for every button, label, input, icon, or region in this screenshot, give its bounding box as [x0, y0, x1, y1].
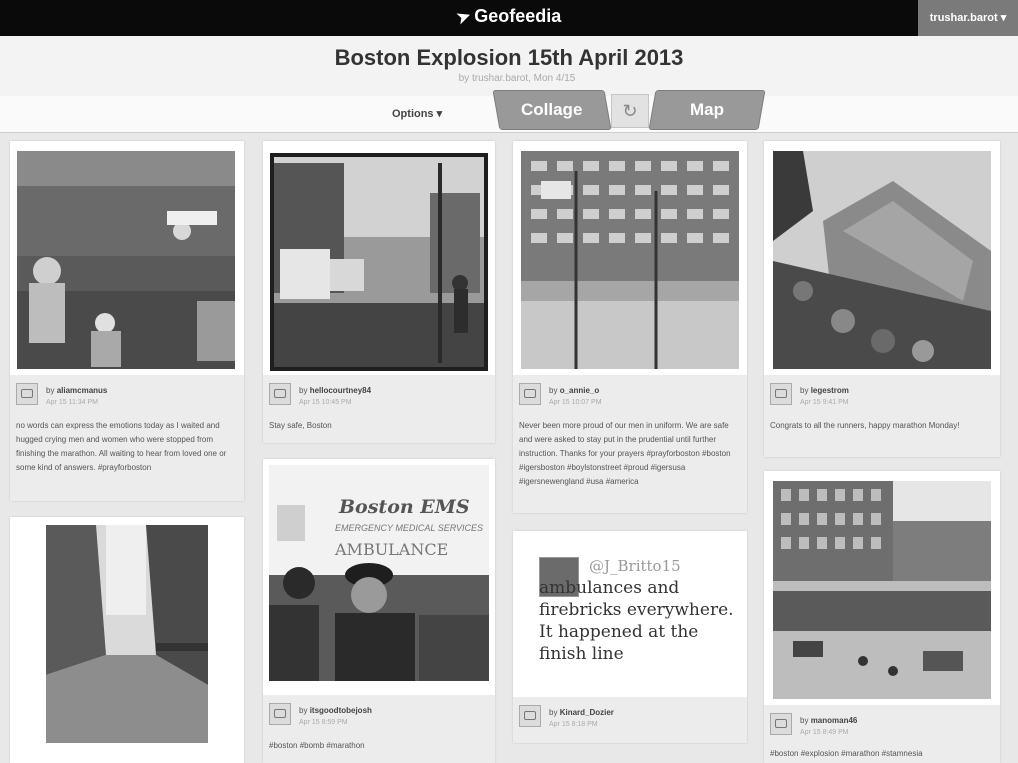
- ems-title: Boston EMS: [338, 496, 470, 518]
- twitter-icon: [519, 705, 541, 727]
- brand-logo[interactable]: ➤Geofeedia: [0, 6, 1018, 28]
- instagram-icon: [519, 383, 541, 405]
- by-label: by: [800, 716, 809, 725]
- post-date: Apr 15 8:18 PM: [549, 721, 598, 728]
- post-author-name: aliamcmanus: [56, 386, 108, 395]
- post-date: Apr 15 11:34 PM: [46, 399, 99, 406]
- instagram-icon: [269, 383, 291, 405]
- refresh-button[interactable]: ↻: [611, 94, 649, 128]
- options-dropdown[interactable]: Options ▾: [392, 107, 442, 120]
- location-arrow-icon: ➤: [454, 7, 473, 28]
- tweet-body: @J_Britto15 ambulances and firebricks ev…: [539, 555, 747, 665]
- post-meta: by o_annie_o Apr 15 10:07 PM Never been …: [513, 375, 747, 513]
- post-author-name: legestrom: [810, 386, 849, 395]
- post-caption: Never been more proud of our men in unif…: [519, 421, 731, 486]
- post-author-name: Kinard_Dozier: [559, 708, 614, 717]
- user-name: trushar.barot: [929, 12, 998, 24]
- post-author[interactable]: by manoman46: [800, 716, 857, 725]
- user-menu[interactable]: trushar.barot ▾: [918, 0, 1018, 36]
- tweet-text: ambulances and firebricks everywhere. It…: [539, 578, 734, 664]
- refresh-icon: ↻: [622, 101, 638, 121]
- by-label: by: [46, 386, 55, 395]
- instagram-icon: [16, 383, 38, 405]
- post-author[interactable]: by itsgoodtobejosh: [299, 706, 372, 715]
- post-caption: Congrats to all the runners, happy marat…: [770, 421, 960, 430]
- tweet-card[interactable]: @J_Britto15 ambulances and firebricks ev…: [513, 531, 747, 743]
- post-card[interactable]: by manoman46 Apr 15 8:49 PM #boston #exp…: [764, 471, 1000, 763]
- post-author[interactable]: by legestrom: [800, 386, 849, 395]
- ambulance-label: AMBULANCE: [334, 540, 448, 559]
- tab-map-label: Map: [690, 100, 724, 119]
- post-card[interactable]: Boston EMS EMERGENCY MEDICAL SERVICES AM…: [263, 459, 495, 763]
- post-meta: by hellocourtney84 Apr 15 10:45 PM Stay …: [263, 375, 495, 443]
- by-label: by: [800, 386, 809, 395]
- post-photo[interactable]: [46, 525, 208, 743]
- post-author[interactable]: by o_annie_o: [549, 386, 599, 395]
- post-date: Apr 15 8:59 PM: [299, 719, 348, 726]
- post-date: Apr 15 10:45 PM: [299, 399, 352, 406]
- post-author[interactable]: by aliamcmanus: [46, 386, 107, 395]
- post-caption: #boston #explosion #marathon #stamnesia: [770, 749, 923, 758]
- post-card[interactable]: by hellocourtney84 Apr 15 10:45 PM Stay …: [263, 141, 495, 443]
- post-caption: #boston #bomb #marathon: [269, 741, 365, 750]
- top-bar: ➤Geofeedia trushar.barot ▾: [0, 0, 1018, 36]
- post-meta: by Kinard_Dozier Apr 15 8:18 PM: [513, 697, 747, 743]
- view-toolbar: Options ▾ Collage ↻ Map: [0, 90, 1018, 133]
- post-photo[interactable]: Boston EMS EMERGENCY MEDICAL SERVICES AM…: [269, 465, 489, 681]
- post-photo[interactable]: [773, 151, 991, 369]
- instagram-icon: [770, 383, 792, 405]
- post-meta: by legestrom Apr 15 9:41 PM Congrats to …: [764, 375, 1000, 457]
- post-photo[interactable]: [521, 151, 739, 369]
- tab-collage-label: Collage: [521, 100, 583, 119]
- post-date: Apr 15 10:07 PM: [549, 399, 602, 406]
- post-card[interactable]: by legestrom Apr 15 9:41 PM Congrats to …: [764, 141, 1000, 457]
- post-caption: no words can express the emotions today …: [16, 421, 227, 472]
- instagram-icon: [770, 713, 792, 735]
- by-label: by: [549, 708, 558, 717]
- tab-collage[interactable]: Collage: [492, 90, 612, 130]
- post-author-name: manoman46: [810, 716, 858, 725]
- tab-map[interactable]: Map: [648, 90, 766, 130]
- instagram-icon: [269, 703, 291, 725]
- post-author-name: itsgoodtobejosh: [309, 706, 372, 715]
- post-card[interactable]: [10, 517, 244, 763]
- post-author-name: o_annie_o: [559, 386, 600, 395]
- ems-subtitle: EMERGENCY MEDICAL SERVICES: [335, 523, 483, 533]
- tweet-handle[interactable]: @J_Britto15: [589, 557, 681, 575]
- by-label: by: [549, 386, 558, 395]
- post-meta: by manoman46 Apr 15 8:49 PM #boston #exp…: [764, 705, 1000, 763]
- post-meta: by aliamcmanus Apr 15 11:34 PM no words …: [10, 375, 244, 501]
- post-meta: by itsgoodtobejosh Apr 15 8:59 PM #bosto…: [263, 695, 495, 763]
- post-author-name: hellocourtney84: [309, 386, 372, 395]
- brand-name: Geofeedia: [474, 6, 562, 26]
- post-date: Apr 15 9:41 PM: [800, 399, 849, 406]
- page-subtitle: by trushar.barot, Mon 4/15: [458, 73, 576, 84]
- post-card[interactable]: by aliamcmanus Apr 15 11:34 PM no words …: [10, 141, 244, 501]
- collage-grid: by aliamcmanus Apr 15 11:34 PM no words …: [0, 133, 1018, 763]
- page-header: Boston Explosion 15th April 2013 by trus…: [0, 36, 1018, 97]
- post-date: Apr 15 8:49 PM: [800, 729, 849, 736]
- post-author[interactable]: by Kinard_Dozier: [549, 708, 614, 717]
- by-label: by: [299, 706, 308, 715]
- page-title: Boston Explosion 15th April 2013: [334, 45, 684, 70]
- post-author[interactable]: by hellocourtney84: [299, 386, 371, 395]
- post-photo[interactable]: [773, 481, 991, 699]
- post-photo[interactable]: [17, 151, 235, 369]
- chevron-down-icon: ▾: [1000, 12, 1007, 24]
- post-photo[interactable]: [270, 153, 488, 371]
- post-caption: Stay safe, Boston: [269, 421, 332, 430]
- by-label: by: [299, 386, 308, 395]
- post-card[interactable]: by o_annie_o Apr 15 10:07 PM Never been …: [513, 141, 747, 513]
